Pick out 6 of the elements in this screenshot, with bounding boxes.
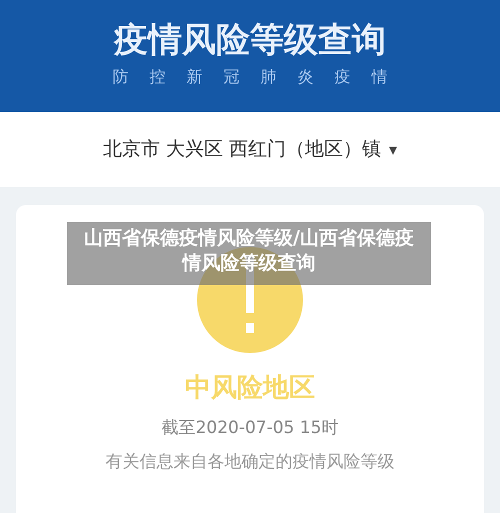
risk-level: 中风险地区 <box>185 372 315 405</box>
page-title: 疫情风险等级查询 <box>114 23 386 57</box>
caption-overlay: 山西省保德疫情风险等级/山西省保德疫情风险等级查询 <box>67 222 431 285</box>
info-note: 有关信息来自各地确定的疫情风险等级 <box>106 450 394 474</box>
update-time: 截至2020-07-05 15时 <box>162 417 338 440</box>
page-subtitle: 防控新冠肺炎疫情 <box>112 66 408 88</box>
